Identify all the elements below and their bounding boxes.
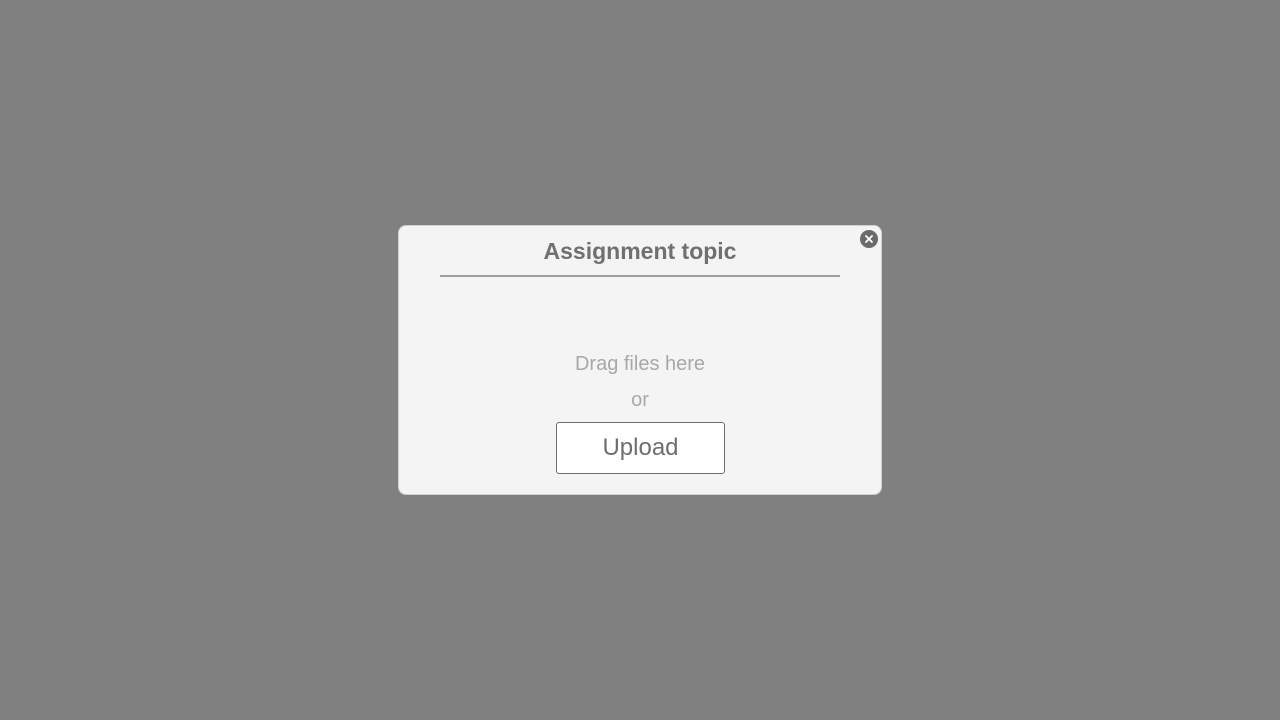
upload-dialog: Assignment topic Drag files here or Uplo… [398, 225, 882, 495]
upload-button[interactable]: Upload [556, 422, 725, 474]
separator-text: or [631, 389, 649, 411]
dialog-title: Assignment topic [543, 238, 737, 264]
title-divider [440, 275, 840, 277]
drop-zone-hint: Drag files here [574, 353, 706, 375]
